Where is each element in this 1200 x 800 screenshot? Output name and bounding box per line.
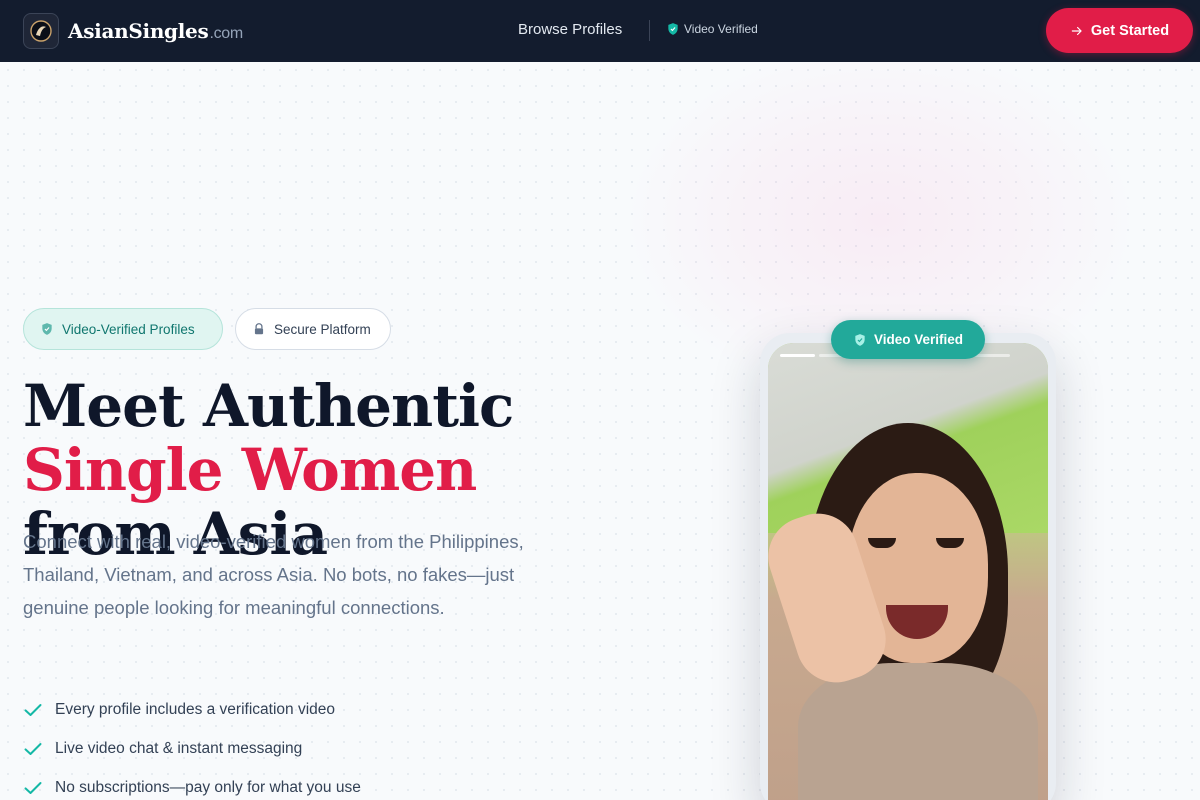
check-icon — [24, 703, 42, 716]
check-icon — [24, 781, 42, 794]
feature-list: Every profile includes a verification vi… — [23, 690, 361, 800]
brand-name: AsianSingles.com — [68, 19, 243, 43]
top-navbar: AsianSingles.com Browse Profiles Video V… — [0, 0, 1200, 62]
feature-item: Every profile includes a verification vi… — [23, 690, 361, 729]
video-verified-label: Video Verified — [873, 332, 964, 347]
verification-video-preview[interactable] — [768, 343, 1048, 800]
progress-segment — [780, 354, 815, 357]
badge-secure-platform: Secure Platform — [235, 308, 391, 350]
brand-logo[interactable]: AsianSingles.com — [23, 13, 243, 49]
feature-item: Live video chat & instant messaging — [23, 729, 361, 768]
badge-label: Video-Verified Profiles — [62, 321, 195, 337]
check-icon — [24, 742, 42, 755]
shield-check-icon — [668, 23, 678, 35]
badge-label: Secure Platform — [274, 321, 371, 337]
hero-description: Connect with real, video-verified women … — [23, 531, 524, 618]
logo-icon — [23, 13, 59, 49]
shield-check-icon — [42, 323, 52, 335]
progress-segment — [975, 354, 1010, 357]
nav-browse-profiles[interactable]: Browse Profiles — [518, 21, 622, 38]
get-started-button[interactable]: Get Started — [1046, 8, 1193, 53]
nav-video-verified: Video Verified — [666, 22, 758, 36]
nav-verified-label: Video Verified — [684, 22, 758, 36]
brand-tld: .com — [209, 25, 243, 42]
shield-check-icon — [855, 333, 865, 346]
badge-video-verified-profiles: Video-Verified Profiles — [23, 308, 223, 350]
get-started-label: Get Started — [1090, 22, 1170, 39]
arrow-right-icon — [1071, 26, 1082, 35]
nav-divider — [649, 20, 650, 41]
lock-icon — [254, 323, 264, 335]
video-verified-pill: Video Verified — [831, 320, 985, 359]
headline-accent: Single Women — [23, 436, 477, 504]
feature-item: No subscriptions—pay only for what you u… — [23, 768, 361, 800]
